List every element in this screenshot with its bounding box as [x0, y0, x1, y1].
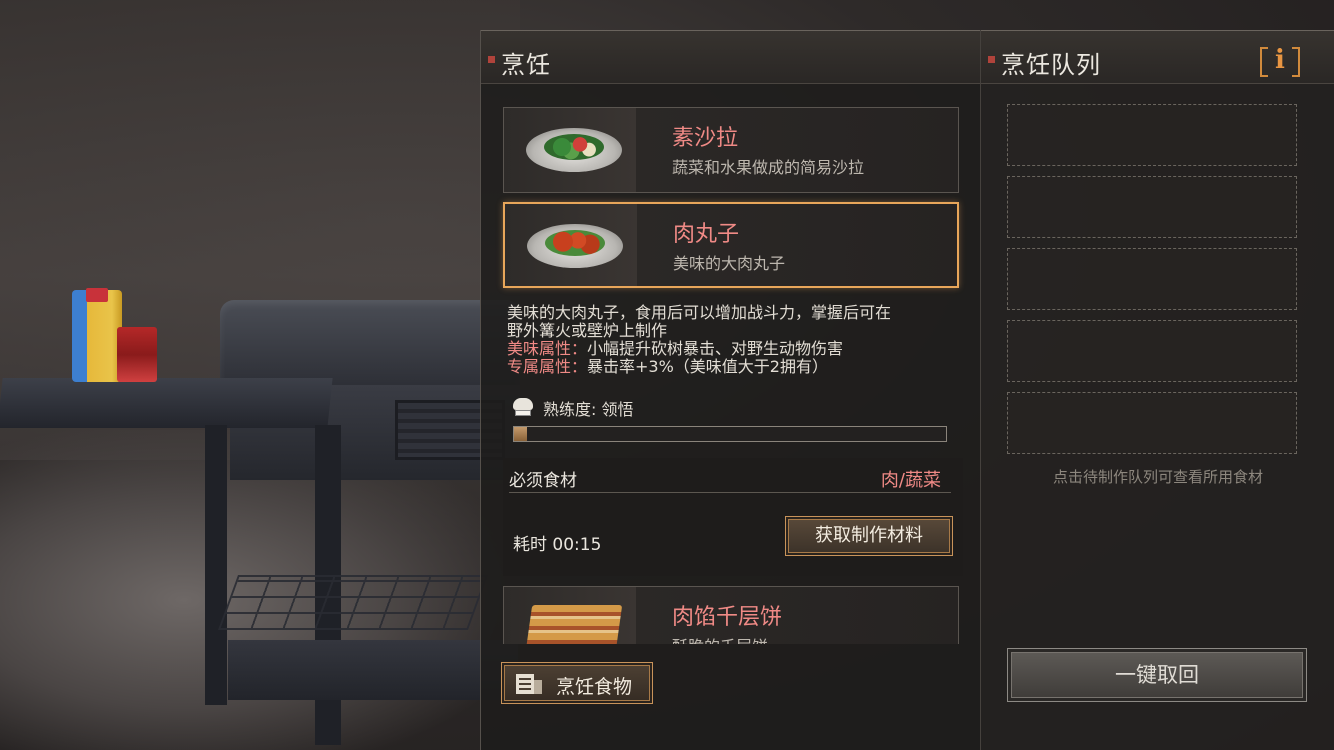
recipe-name: 肉丸子 — [673, 222, 740, 247]
condiment-can — [117, 327, 157, 382]
ingredients-type: 肉/蔬菜 — [880, 470, 941, 491]
recipe-name: 肉馅千层饼 — [672, 605, 783, 630]
exclusive-attribute-value: 暴击率+3%（美味值大于2拥有） — [587, 357, 828, 376]
queue-panel-title: 烹饪队列 — [1001, 51, 1101, 79]
recipe-thumbnail — [505, 204, 637, 286]
cook-time: 耗时 00:15 — [513, 535, 602, 555]
cook-food-button[interactable]: 烹饪食物 — [501, 662, 653, 704]
grill-lower-shelf — [228, 640, 518, 700]
info-icon: i — [1275, 45, 1285, 75]
taste-attribute: 美味属性：小幅提升砍树暴击、对野生动物伤害 — [507, 340, 957, 358]
grill-lid — [220, 300, 520, 390]
meatball-dish-image — [527, 224, 623, 268]
recipe-description: 美味的大肉丸子 — [673, 254, 786, 273]
ingredients-label: 必须食材 — [509, 471, 577, 491]
recipe-details: 美味的大肉丸子，食用后可以增加战斗力，掌握后可在 野外篝火或壁炉上制作 美味属性… — [507, 304, 957, 376]
queue-slot[interactable] — [1007, 104, 1297, 166]
ingredients-section: 必须食材 肉/蔬菜 耗时 00:15 获取制作材料 — [503, 458, 963, 576]
salad-dish-image — [526, 128, 622, 172]
recipe-card-salad[interactable]: 素沙拉 蔬菜和水果做成的简易沙拉 — [503, 107, 959, 193]
recipe-card-meatballs[interactable]: 肉丸子 美味的大肉丸子 — [503, 202, 959, 288]
chef-hat-icon — [509, 398, 537, 418]
queue-slot[interactable] — [1007, 176, 1297, 238]
grill-rack — [217, 575, 489, 630]
bottle-cap — [86, 288, 108, 302]
condiment-bottle — [72, 290, 122, 382]
queue-hint: 点击待制作队列可查看所用食材 — [1052, 468, 1263, 486]
queue-slot[interactable] — [1007, 392, 1297, 454]
mastery-progress-fill — [514, 427, 527, 441]
cooking-panel: 烹饪 素沙拉 蔬菜和水果做成的简易沙拉 肉丸子 美味的大肉丸子 美味的大肉丸子，… — [480, 30, 980, 750]
header-marker — [988, 56, 995, 63]
recipe-description: 酥脆的千层饼 — [672, 633, 768, 644]
queue-slot[interactable] — [1007, 248, 1297, 310]
queue-slot[interactable] — [1007, 320, 1297, 382]
recipe-list-clip: 肉馅千层饼 酥脆的千层饼 — [503, 586, 959, 644]
taste-attribute-value: 小幅提升砍树暴击、对野生动物伤害 — [587, 339, 844, 358]
queue-panel-header: 烹饪队列 i — [981, 30, 1334, 84]
detail-line: 美味的大肉丸子，食用后可以增加战斗力，掌握后可在 — [507, 303, 892, 322]
mastery-row: 熟练度: 领悟 — [509, 396, 633, 420]
recipe-name: 素沙拉 — [672, 126, 739, 151]
divider — [509, 492, 951, 493]
recipe-thumbnail — [504, 587, 636, 644]
exclusive-attribute-label: 专属属性： — [507, 357, 588, 376]
recipe-thumbnail — [504, 108, 636, 192]
taste-attribute-label: 美味属性： — [507, 339, 588, 358]
detail-line: 野外篝火或壁炉上制作 — [507, 321, 668, 340]
recipe-card-lasagna[interactable]: 肉馅千层饼 酥脆的千层饼 — [503, 586, 959, 644]
cooking-panel-header: 烹饪 — [481, 30, 980, 84]
header-marker — [488, 56, 495, 63]
exclusive-attribute: 专属属性：暴击率+3%（美味值大于2拥有） — [507, 358, 957, 376]
mastery-progress-bar — [513, 426, 947, 442]
info-button[interactable]: i — [1260, 45, 1300, 77]
lasagna-dish-image — [523, 605, 623, 644]
recall-all-button[interactable]: 一键取回 — [1007, 648, 1307, 702]
recipe-description: 蔬菜和水果做成的简易沙拉 — [672, 158, 865, 177]
cooking-queue-panel: 烹饪队列 i 点击待制作队列可查看所用食材 一键取回 — [980, 30, 1334, 750]
get-materials-button[interactable]: 获取制作材料 — [785, 516, 953, 556]
table-leg — [205, 425, 227, 705]
recipe-book-icon — [516, 674, 542, 694]
mastery-label: 熟练度: 领悟 — [543, 400, 634, 419]
table-top — [0, 378, 333, 428]
cooking-panel-title: 烹饪 — [501, 51, 551, 79]
cook-food-label: 烹饪食物 — [556, 676, 633, 698]
